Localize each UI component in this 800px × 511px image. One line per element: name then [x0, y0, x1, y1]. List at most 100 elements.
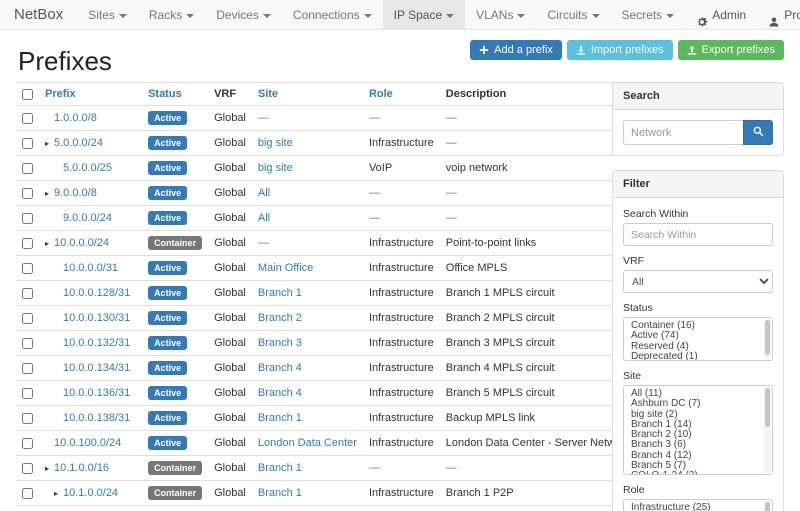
prefix-link[interactable]: 10.1.0.0/16 — [54, 462, 109, 474]
site-cell: Branch 1 — [252, 281, 363, 306]
brand-logo[interactable]: NetBox — [0, 0, 77, 29]
role-cell: Infrastructure — [363, 431, 440, 456]
prefix-link[interactable]: 10.0.0.0/24 — [54, 237, 109, 249]
search-input[interactable] — [623, 120, 743, 145]
prefix-link[interactable]: 10.0.0.138/31 — [63, 412, 130, 424]
import-prefixes-label: Import prefixes — [591, 44, 664, 56]
site-link[interactable]: Branch 2 — [258, 312, 302, 324]
prefix-link[interactable]: 5.0.0.0/24 — [54, 137, 103, 149]
prefix-link[interactable]: 9.0.0.0/24 — [63, 212, 112, 224]
prefix-link[interactable]: 10.0.0.136/31 — [63, 387, 130, 399]
site-link[interactable]: Branch 1 — [258, 487, 302, 499]
empty-value: — — [258, 112, 269, 124]
row-checkbox-cell — [16, 456, 39, 481]
nav-item-vlans[interactable]: VLANs — [465, 0, 536, 29]
prefix-link[interactable]: 10.0.0.128/31 — [63, 287, 130, 299]
nav-item-circuits[interactable]: Circuits — [536, 0, 610, 29]
row-checkbox[interactable] — [22, 363, 33, 374]
nav-item-devices[interactable]: Devices — [205, 0, 282, 29]
site-link[interactable]: Branch 1 — [258, 462, 302, 474]
search-button[interactable] — [743, 120, 773, 145]
site-link[interactable]: Branch 1 — [258, 287, 302, 299]
role-scrollbar[interactable] — [764, 501, 771, 511]
prefix-link[interactable]: 10.1.0.0/24 — [63, 487, 118, 499]
site-link[interactable]: London Data Center — [258, 437, 357, 449]
site-link[interactable]: big site — [258, 162, 293, 174]
row-checkbox-cell — [16, 231, 39, 256]
select-all-checkbox[interactable] — [22, 89, 33, 100]
row-checkbox[interactable] — [22, 138, 33, 149]
filter-option[interactable]: COLO-1-24 (3) — [624, 471, 772, 475]
site-link[interactable]: Branch 4 — [258, 362, 302, 374]
role-multiselect[interactable]: Infrastructure (25)Management (8)Private… — [623, 499, 773, 511]
prefix-link[interactable]: 1.0.0.0/8 — [54, 112, 97, 124]
status-scrollbar[interactable] — [764, 319, 771, 359]
prefix-link[interactable]: 9.0.0.0/8 — [54, 187, 97, 199]
row-checkbox[interactable] — [22, 163, 33, 174]
column-header-label[interactable]: Status — [148, 88, 182, 100]
row-checkbox-cell — [16, 306, 39, 331]
chevron-down-icon — [364, 14, 372, 18]
row-checkbox[interactable] — [22, 113, 33, 124]
status-multiselect[interactable]: Container (16)Active (74)Reserved (4)Dep… — [623, 317, 773, 361]
status-badge: Active — [148, 336, 187, 350]
filter-option[interactable]: Deprecated (1) — [624, 352, 772, 361]
empty-value: — — [446, 462, 457, 474]
column-header-label[interactable]: Role — [369, 88, 393, 100]
site-link[interactable]: Branch 1 — [258, 412, 302, 424]
admin-link[interactable]: Admin — [685, 0, 757, 29]
prefix-link[interactable]: 10.0.0.0/31 — [63, 262, 118, 274]
site-scrollbar[interactable] — [764, 387, 771, 473]
prefix-cell: 1.0.0.0/8 — [39, 106, 142, 131]
nav-item-racks[interactable]: Racks — [138, 0, 205, 29]
filter-option[interactable]: Infrastructure (25) — [624, 503, 772, 511]
row-checkbox[interactable] — [22, 463, 33, 474]
site-link[interactable]: Branch 3 — [258, 337, 302, 349]
row-checkbox[interactable] — [22, 388, 33, 399]
column-header-role: Role — [363, 83, 440, 106]
site-link[interactable]: Branch 4 — [258, 387, 302, 399]
site-multiselect[interactable]: All (11)Ashburn DC (7)big site (2)Branch… — [623, 385, 773, 475]
plus-icon — [479, 45, 489, 55]
prefix-link[interactable]: 10.0.0.130/31 — [63, 312, 130, 324]
row-checkbox[interactable] — [22, 213, 33, 224]
row-checkbox[interactable] — [22, 338, 33, 349]
row-checkbox[interactable] — [22, 438, 33, 449]
nav-item-label: Circuits — [547, 8, 587, 22]
site-link[interactable]: All — [258, 187, 270, 199]
table-row: ▸10.0.0.0/24ContainerGlobal—Infrastructu… — [16, 231, 636, 256]
row-checkbox[interactable] — [22, 238, 33, 249]
search-within-input[interactable] — [623, 223, 773, 246]
prefix-cell: 10.0.0.0/31 — [39, 256, 142, 281]
column-header-label[interactable]: Prefix — [45, 88, 76, 100]
import-prefixes-button[interactable]: Import prefixes — [567, 40, 673, 60]
row-checkbox[interactable] — [22, 488, 33, 499]
nav-item-sites[interactable]: Sites — [77, 0, 138, 29]
row-checkbox-cell — [16, 106, 39, 131]
vrf-cell: Global — [208, 356, 252, 381]
prefix-link[interactable]: 10.0.0.134/31 — [63, 362, 130, 374]
profile-link[interactable]: Profile — [757, 0, 800, 29]
prefix-link[interactable]: 10.0.100.0/24 — [54, 437, 121, 449]
prefix-link[interactable]: 10.0.0.132/31 — [63, 337, 130, 349]
role-filter-label: Role — [623, 484, 773, 496]
role-cell: Infrastructure — [363, 331, 440, 356]
add-prefix-button[interactable]: Add a prefix — [470, 40, 562, 60]
prefix-link[interactable]: 5.0.0.0/25 — [63, 162, 112, 174]
vrf-select[interactable]: All — [623, 270, 773, 293]
description-cell: London Data Center - Server Network — [440, 431, 637, 456]
row-checkbox[interactable] — [22, 288, 33, 299]
column-header-label[interactable]: Site — [258, 88, 278, 100]
nav-item-ip-space[interactable]: IP Space — [383, 0, 465, 29]
site-link[interactable]: Main Office — [258, 262, 313, 274]
nav-item-connections[interactable]: Connections — [282, 0, 383, 29]
nav-item-secrets[interactable]: Secrets — [611, 0, 686, 29]
export-prefixes-button[interactable]: Export prefixes — [678, 40, 784, 60]
description-cell: — — [440, 456, 637, 481]
row-checkbox[interactable] — [22, 188, 33, 199]
row-checkbox[interactable] — [22, 263, 33, 274]
site-link[interactable]: All — [258, 212, 270, 224]
row-checkbox[interactable] — [22, 313, 33, 324]
site-link[interactable]: big site — [258, 137, 293, 149]
row-checkbox[interactable] — [22, 413, 33, 424]
